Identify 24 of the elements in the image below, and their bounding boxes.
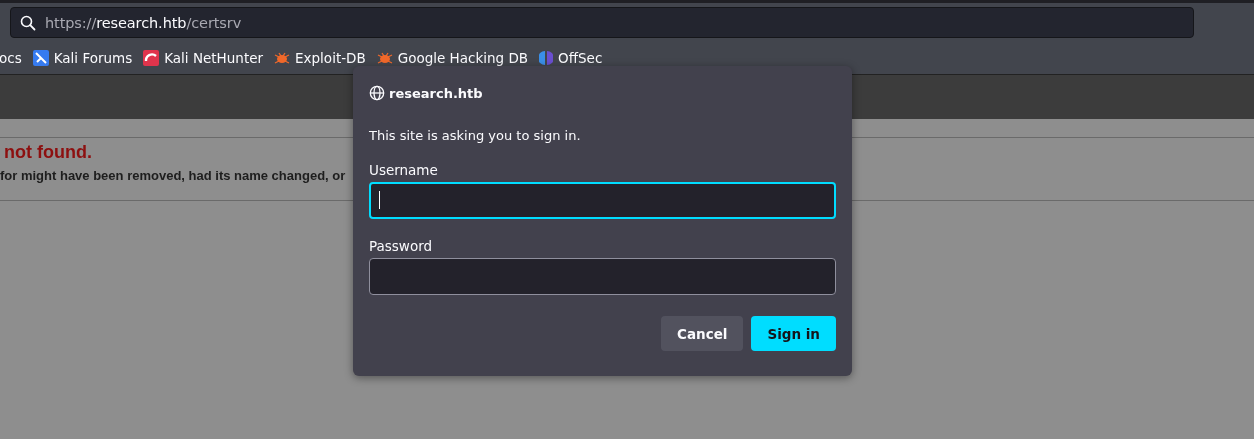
bookmark-item[interactable]: Google Hacking DB xyxy=(376,50,529,66)
search-icon xyxy=(20,14,36,31)
bookmark-item[interactable]: Kali NetHunter xyxy=(143,50,264,66)
bookmark-item[interactable]: Kali Forums xyxy=(32,50,133,66)
split-circle-icon xyxy=(539,50,554,66)
error-message: for might have been removed, had its name changed, or xyxy=(0,168,346,185)
input-field[interactable] xyxy=(369,258,836,295)
bookmark-item[interactable]: OffSec xyxy=(539,50,603,66)
forum-icon xyxy=(32,50,49,66)
url-text: https://research.htb/certsrv xyxy=(45,14,242,31)
address-bar[interactable]: https://research.htb/certsrv xyxy=(10,7,1194,38)
bookmark-item[interactable]: Exploit-DB xyxy=(274,50,366,66)
input-field[interactable] xyxy=(369,182,836,219)
globe-icon xyxy=(369,85,385,101)
site-name: research.htb xyxy=(389,85,483,101)
bug-icon xyxy=(376,51,393,65)
field-label: Password xyxy=(369,238,434,254)
bookmark-item[interactable]: ocs xyxy=(0,50,22,66)
prompt-text: This site is asking you to sign in. xyxy=(369,128,582,143)
field-label: Username xyxy=(369,162,439,178)
bug-icon xyxy=(274,51,291,65)
sign-in-button[interactable]: Sign in xyxy=(751,316,836,351)
cancel-button[interactable]: Cancel xyxy=(661,316,744,351)
error-heading: not found. xyxy=(3,141,92,164)
